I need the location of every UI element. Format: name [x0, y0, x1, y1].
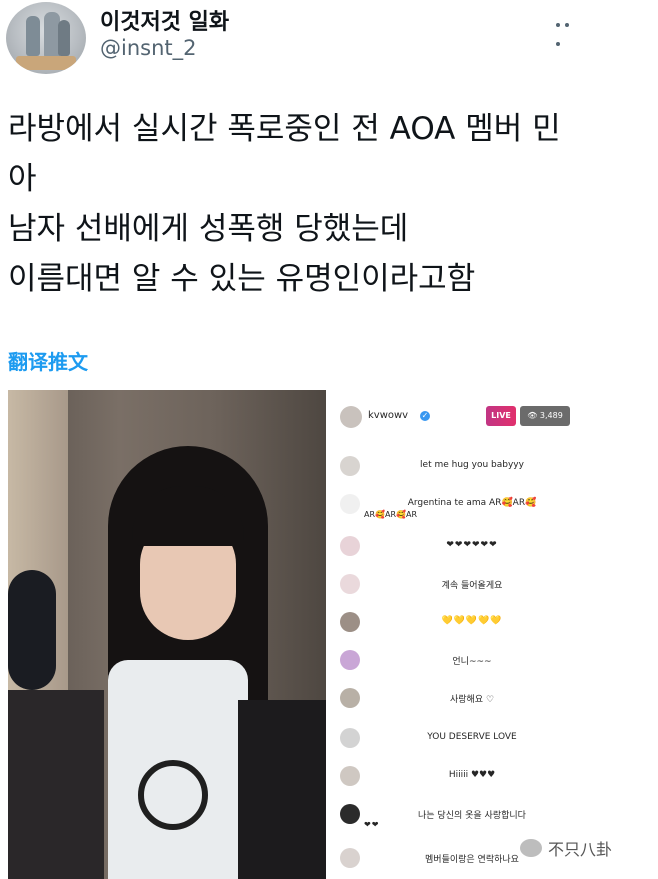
- live-badge: LIVE: [486, 406, 516, 426]
- wechat-icon: [520, 839, 542, 857]
- verified-icon: ✓: [420, 411, 430, 421]
- author-avatar[interactable]: [6, 2, 86, 74]
- tweet-text-line: 이름대면 알 수 있는 유명인이라고함: [8, 261, 476, 297]
- comment-text: Hiiiii ♥♥♥: [448, 770, 496, 780]
- translate-tweet-link[interactable]: 翻译推文: [8, 346, 88, 375]
- comment-text: 계속 들어올게요: [441, 581, 503, 591]
- tweet-header: 이것저것 일화 @insnt_2: [0, 0, 658, 80]
- eye-icon: 👁: [527, 411, 538, 420]
- commenter-avatar: [340, 766, 360, 786]
- live-comment: let me hug you babyyy: [334, 454, 582, 484]
- commenter-avatar: [340, 536, 360, 556]
- comment-text: 언니~~~: [452, 657, 492, 667]
- live-comment: Argentina te ama AR🥰AR🥰 AR🥰AR🥰AR: [334, 492, 582, 522]
- commenter-avatar: [340, 804, 360, 824]
- commenter-avatar: [340, 848, 360, 868]
- viewer-count-badge: 👁 3,489: [520, 406, 570, 426]
- comment-text-continued: ❤❤: [364, 820, 380, 829]
- author-name[interactable]: 이것저것 일화: [100, 4, 229, 36]
- viewer-count: 3,489: [539, 411, 563, 420]
- tweet-text-line: 남자 선배에게 성폭행 당했는데: [8, 211, 409, 247]
- streamer-avatar: [340, 406, 362, 428]
- comment-text: ❤❤❤❤❤❤: [446, 540, 498, 550]
- comment-text-continued: AR🥰AR🥰AR: [364, 510, 418, 519]
- tweet-text: 라방에서 실시간 폭로중인 전 AOA 멤버 민 아 남자 선배에게 성폭행 당…: [8, 104, 648, 304]
- commenter-avatar: [340, 650, 360, 670]
- commenter-avatar: [340, 612, 360, 632]
- comment-text: YOU DESERVE LOVE: [427, 732, 517, 742]
- commenter-avatar: [340, 574, 360, 594]
- tweet-text-line: 아: [8, 161, 37, 197]
- streamer-username: kvwowv: [368, 410, 409, 421]
- live-comment: 사랑해요 ♡: [334, 686, 582, 716]
- watermark: 不只八卦: [520, 836, 612, 860]
- commenter-avatar: [340, 456, 360, 476]
- live-chat-panel: kvwowv ✓ LIVE 👁 3,489 let me hug you bab…: [334, 390, 582, 879]
- tweet-text-line: 라방에서 실시간 폭로중인 전 AOA 멤버 민: [8, 111, 561, 147]
- live-comment: 💛💛💛💛💛: [334, 610, 582, 640]
- live-comment: 계속 들어올게요: [334, 572, 582, 602]
- comment-text: let me hug you babyyy: [420, 460, 524, 470]
- commenter-avatar: [340, 728, 360, 748]
- commenter-avatar: [340, 688, 360, 708]
- live-comment: ❤❤❤❤❤❤: [334, 534, 582, 564]
- comment-text: 나는 당신의 옷을 사랑합니다: [418, 811, 526, 821]
- tweet-media-image[interactable]: kvwowv ✓ LIVE 👁 3,489 let me hug you bab…: [8, 390, 582, 879]
- comment-text: Argentina te ama AR🥰AR🥰: [407, 498, 537, 508]
- live-comment: YOU DESERVE LOVE: [334, 726, 582, 756]
- comment-text: 사랑해요 ♡: [449, 695, 495, 705]
- live-comment: 나는 당신의 옷을 사랑합니다 ❤❤: [334, 802, 582, 832]
- live-comment: 언니~~~: [334, 648, 582, 678]
- author-handle[interactable]: @insnt_2: [100, 36, 197, 60]
- commenter-avatar: [340, 494, 360, 514]
- comment-text: 💛💛💛💛💛: [441, 616, 503, 626]
- live-chat-header: kvwowv ✓ LIVE 👁 3,489: [334, 402, 582, 432]
- live-comment: Hiiiii ♥♥♥: [334, 764, 582, 794]
- more-horizontal-icon[interactable]: [556, 12, 582, 46]
- livestream-video: [8, 390, 326, 879]
- watermark-text: 不只八卦: [548, 840, 613, 859]
